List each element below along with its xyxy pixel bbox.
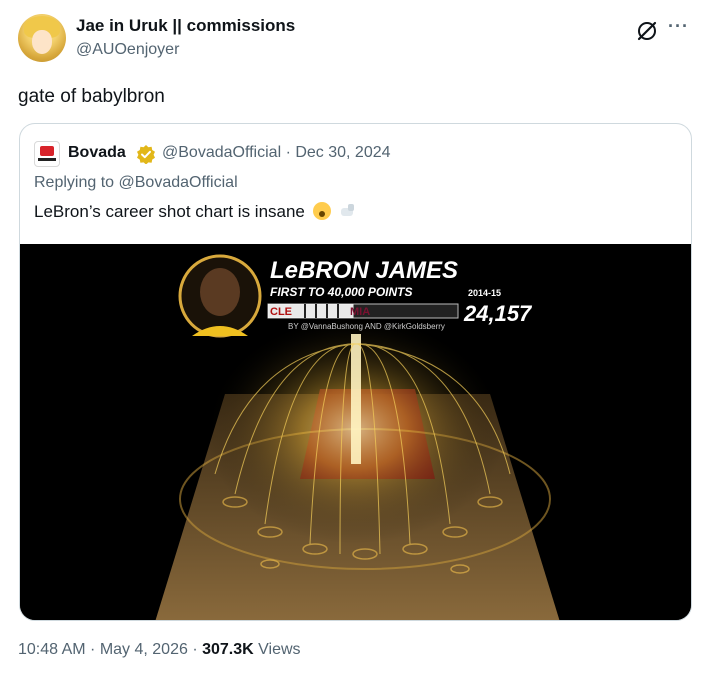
author-avatar[interactable] — [18, 14, 66, 62]
grok-icon[interactable] — [636, 20, 658, 42]
quoted-text-body: LeBron’s career shot chart is insane — [34, 202, 305, 221]
author-handle[interactable]: @AUOenjoyer — [76, 41, 179, 59]
views-label: Views — [253, 641, 301, 658]
player-face — [200, 268, 240, 316]
quoted-tweet[interactable]: Bovada @BovadaOfficial · Dec 30, 2024 Re… — [19, 123, 692, 621]
exploding-head-emoji-icon — [312, 202, 331, 220]
tweet: Jae in Uruk || commissions @AUOenjoyer ·… — [0, 0, 716, 683]
tweet-text: gate of babylbron — [18, 86, 165, 107]
verified-badge-icon — [137, 145, 155, 164]
quoted-author-name[interactable]: Bovada — [68, 144, 126, 162]
quoted-media-video[interactable]: LeBRON JAMES FIRST TO 40,000 POINTS CLE … — [20, 244, 691, 620]
author-name[interactable]: Jae in Uruk || commissions — [76, 16, 295, 36]
timestamp[interactable]: 10:48 AM · May 4, 2026 · — [18, 641, 202, 658]
media-season: 2014-15 — [468, 288, 501, 298]
media-subtitle: FIRST TO 40,000 POINTS — [270, 285, 413, 299]
logo-red-shape — [40, 146, 54, 156]
shot-chart-graphic: LeBRON JAMES FIRST TO 40,000 POINTS CLE … — [20, 244, 691, 620]
quoted-handle-date[interactable]: @BovadaOfficial · Dec 30, 2024 — [162, 144, 391, 162]
views-count: 307.3K — [202, 641, 254, 658]
bovada-logo-icon — [34, 141, 60, 167]
fountain-stream — [351, 334, 361, 464]
team-left-label: CLE — [270, 306, 292, 318]
media-points: 24,157 — [463, 301, 533, 326]
replying-to: Replying to @BovadaOfficial — [34, 174, 238, 192]
replying-prefix: Replying to — [34, 174, 119, 191]
goat-head — [348, 204, 355, 211]
avatar-face — [32, 30, 52, 54]
media-credit: BY @VannaBushong AND @KirkGoldsberry — [288, 322, 445, 331]
tweet-meta: 10:48 AM · May 4, 2026 · 307.3K Views — [18, 641, 301, 659]
replying-handle-link[interactable]: @BovadaOfficial — [119, 174, 238, 191]
more-icon[interactable]: ··· — [668, 16, 689, 37]
team-right-label: MIA — [350, 306, 370, 318]
logo-text-bar — [38, 158, 56, 161]
media-player-name: LeBRON JAMES — [270, 257, 458, 284]
quoted-text: LeBron’s career shot chart is insane — [34, 202, 356, 222]
goat-emoji-icon — [338, 202, 356, 220]
